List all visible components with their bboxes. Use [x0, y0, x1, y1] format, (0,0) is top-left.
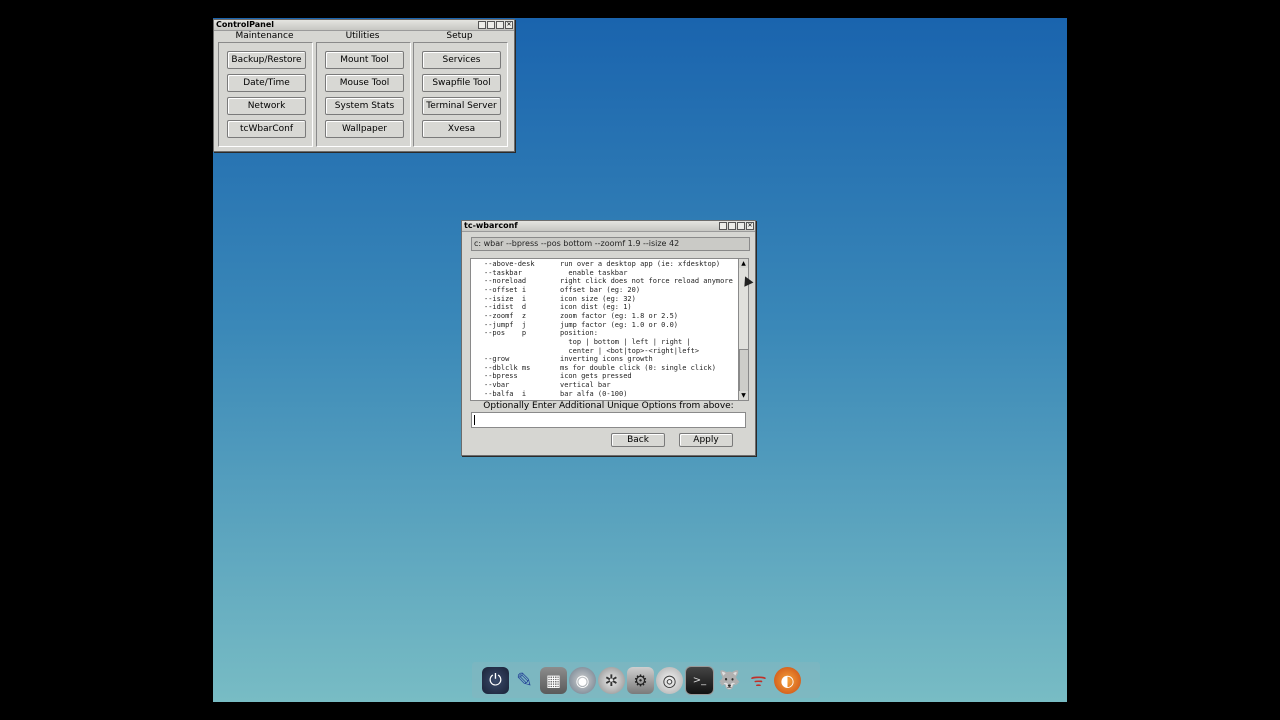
system-stats-button[interactable]: System Stats: [325, 97, 404, 115]
group-maintenance: Backup/Restore Date/Time Network tcWbarC…: [218, 42, 313, 147]
option-key: --jumpf j: [484, 320, 527, 329]
back-button[interactable]: Back: [611, 433, 665, 447]
group-label-maintenance: Maintenance: [235, 31, 294, 41]
maximize-button[interactable]: [737, 222, 745, 230]
date-time-button[interactable]: Date/Time: [227, 74, 306, 92]
mount-icon[interactable]: ◉: [569, 666, 596, 694]
control-panel-window: ControlPanel ✕ Maintenance Backup/Restor…: [213, 19, 515, 152]
option-key: --offset i: [484, 285, 527, 294]
option-description: icon dist (eg: 1): [560, 303, 632, 312]
option-key: --taskbar: [484, 268, 522, 277]
control-panel-icon[interactable]: ✲: [598, 666, 625, 694]
option-description: right click does not force reload anymor…: [560, 277, 733, 286]
tcwbarconf-button[interactable]: tcWbarConf: [227, 120, 306, 138]
swapfile-tool-button[interactable]: Swapfile Tool: [422, 74, 501, 92]
gimp-icon[interactable]: 🐺: [716, 667, 743, 694]
group-utilities: Mount Tool Mouse Tool System Stats Wallp…: [316, 42, 411, 147]
extra-options-input[interactable]: [471, 412, 746, 428]
option-description: center | <bot|top>-<right|left>: [560, 346, 700, 355]
option-description: enable taskbar: [560, 268, 628, 277]
network-button[interactable]: Network: [227, 97, 306, 115]
group-label-setup: Setup: [446, 31, 473, 41]
wbarconf-window: tc-wbarconf ✕ c: wbar --bpress --pos bot…: [461, 220, 756, 456]
option-description: jump factor (eg: 1.0 or 0.0): [560, 320, 679, 329]
paintbrush-icon[interactable]: ✎: [511, 667, 538, 694]
group-setup: Services Swapfile Tool Terminal Server X…: [413, 42, 508, 147]
xvesa-button[interactable]: Xvesa: [422, 120, 501, 138]
iconify-button[interactable]: [478, 21, 486, 29]
option-key: --idist d: [484, 303, 527, 312]
option-description: vertical bar: [560, 381, 611, 390]
mount-tool-button[interactable]: Mount Tool: [325, 51, 404, 69]
close-button[interactable]: ✕: [505, 21, 513, 29]
option-description: top | bottom | left | right |: [560, 337, 691, 346]
option-description: icon gets pressed: [560, 372, 632, 381]
option-description: inverting icons growth: [560, 355, 653, 364]
option-key: --dblclk ms: [484, 363, 531, 372]
option-key: --grow: [484, 355, 510, 364]
iconify-button[interactable]: [719, 222, 727, 230]
control-panel-titlebar[interactable]: ControlPanel ✕: [214, 20, 514, 31]
option-description: icon size (eg: 32): [560, 294, 636, 303]
group-label-utilities: Utilities: [345, 31, 380, 41]
firefox-icon[interactable]: ◐: [774, 666, 801, 694]
option-key: --pos p: [484, 329, 527, 338]
terminal-server-button[interactable]: Terminal Server: [422, 97, 501, 115]
wbarconf-titlebar[interactable]: tc-wbarconf ✕: [462, 221, 755, 232]
mouse-tool-button[interactable]: Mouse Tool: [325, 74, 404, 92]
scroll-down-arrow-icon[interactable]: ▼: [739, 391, 748, 400]
option-description: ms for double click (0: single click): [560, 363, 716, 372]
option-description: bar alfa (0-100): [560, 389, 628, 398]
option-description: run over a desktop app (ie: xfdesktop): [560, 260, 721, 268]
wbar-config-icon[interactable]: ▦: [540, 666, 567, 694]
services-button[interactable]: Services: [422, 51, 501, 69]
terminal-icon[interactable]: >_: [685, 665, 714, 695]
minimize-button[interactable]: [487, 21, 495, 29]
cpanel-settings-icon[interactable]: ◎: [656, 666, 683, 694]
option-key: --vbar: [484, 381, 510, 390]
apply-button[interactable]: Apply: [679, 433, 733, 447]
option-key: --noreload: [484, 277, 527, 286]
options-hint-label: Optionally Enter Additional Unique Optio…: [483, 401, 734, 411]
option-description: offset bar (eg: 20): [560, 285, 641, 294]
options-list[interactable]: --above-desk run over a desktop app (ie: …: [470, 258, 739, 401]
option-key: --balfa i: [484, 389, 527, 398]
option-key: --bpress: [484, 372, 518, 381]
apps-icon[interactable]: ⚙: [627, 666, 654, 694]
current-command-field: c: wbar --bpress --pos bottom --zoomf 1.…: [471, 237, 750, 251]
option-key: --isize i: [484, 294, 527, 303]
text-caret: [474, 415, 475, 425]
close-button[interactable]: ✕: [746, 222, 754, 230]
option-description: zoom factor (eg: 1.8 or 2.5): [560, 311, 679, 320]
option-key: --zoomf z: [484, 311, 527, 320]
wallpaper-button[interactable]: Wallpaper: [325, 120, 404, 138]
option-key: --above-desk: [484, 260, 535, 268]
power-icon[interactable]: ⏻: [482, 666, 509, 694]
window-title: ControlPanel: [216, 20, 274, 29]
backup-restore-button[interactable]: Backup/Restore: [227, 51, 306, 69]
scroll-up-arrow-icon[interactable]: ▲: [739, 259, 748, 268]
maximize-button[interactable]: [496, 21, 504, 29]
minimize-button[interactable]: [728, 222, 736, 230]
option-description: position:: [560, 329, 598, 338]
wbar-dock: ⏻ ✎ ▦ ◉ ✲ ⚙ ◎ >_ 🐺 ᯤ ◐: [472, 662, 820, 698]
wireless-icon[interactable]: ᯤ: [745, 667, 772, 694]
window-title: tc-wbarconf: [464, 221, 518, 230]
scroll-thumb[interactable]: [739, 349, 749, 393]
